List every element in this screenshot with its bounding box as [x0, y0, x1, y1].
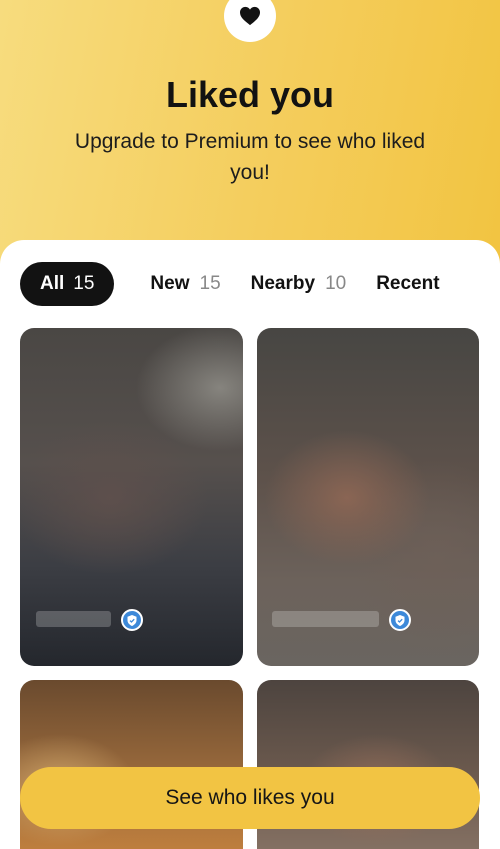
filter-tab-label: All [40, 273, 65, 294]
page-subtitle: Upgrade to Premium to see who liked you! [74, 130, 426, 184]
filter-tab-count: 10 [325, 273, 347, 294]
hidden-name-placeholder [36, 611, 111, 627]
blurred-profile-card[interactable] [20, 328, 243, 666]
verified-badge-icon [389, 609, 411, 631]
filter-tab-label: Nearby [250, 273, 316, 294]
hidden-name-placeholder [272, 611, 379, 627]
filter-tab-new[interactable]: New 15 [150, 262, 220, 306]
premium-header: Liked you Upgrade to Premium to see who … [0, 0, 500, 270]
filter-tab-nearby[interactable]: Nearby 10 [251, 262, 347, 306]
see-who-likes-you-button[interactable]: See who likes you [20, 767, 480, 829]
filter-tab-all[interactable]: All 15 [20, 262, 115, 306]
verified-badge-icon [121, 609, 143, 631]
filter-tab-recent[interactable]: Recent [376, 262, 439, 306]
filter-tab-count: 15 [73, 273, 95, 294]
filter-tab-label: New [150, 273, 190, 294]
likes-sheet: All 15 New 15 Nearby 10 Recent [0, 240, 500, 849]
page-title: Liked you [165, 74, 335, 115]
blurred-profile-card[interactable] [257, 328, 479, 666]
filter-tab-count: 15 [199, 273, 221, 294]
heart-icon [240, 6, 260, 26]
filter-tab-label: Recent [376, 273, 440, 294]
heart-badge [224, 0, 276, 42]
filter-tabs: All 15 New 15 Nearby 10 Recent [20, 262, 500, 306]
